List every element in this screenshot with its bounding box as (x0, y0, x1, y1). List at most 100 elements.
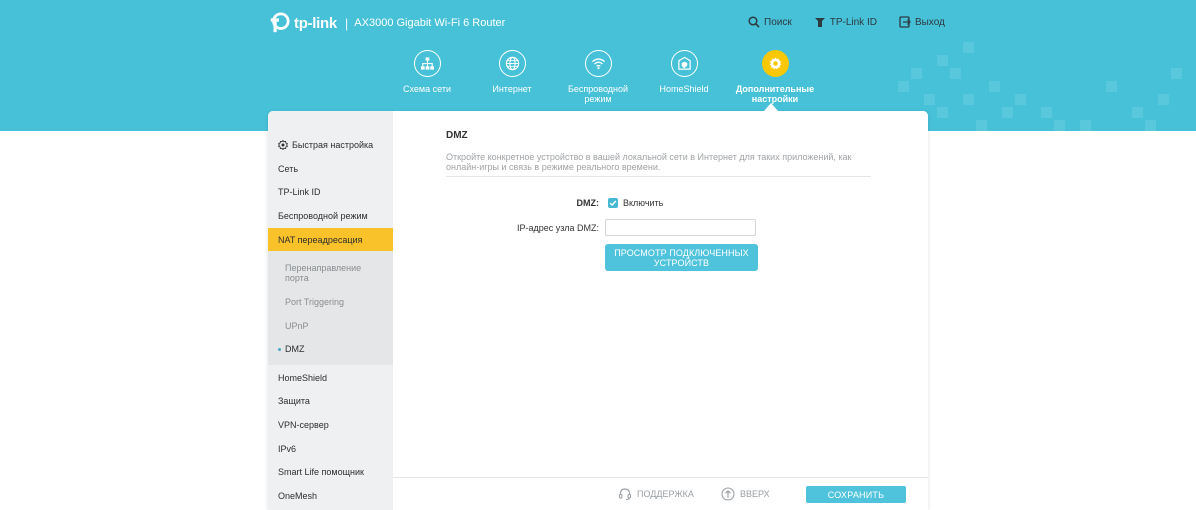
search-label: Поиск (764, 16, 792, 28)
back-to-top-label: ВВЕРХ (740, 489, 770, 499)
sidebar-item-ipv6[interactable]: IPv6 (268, 443, 393, 455)
sidebar-item-security[interactable]: Защита (268, 395, 393, 407)
nav-wireless[interactable]: Беспроводной режим (553, 50, 643, 104)
sidebar-item-label: OneMesh (278, 491, 318, 501)
decorative-square (963, 94, 974, 105)
decorative-square (963, 42, 974, 53)
submenu-item-port-triggering[interactable]: Port Triggering (285, 297, 385, 307)
current-item-dot (278, 348, 281, 351)
support-label: ПОДДЕРЖКА (637, 489, 694, 499)
page-description: Откройте конкретное устройство в вашей л… (446, 152, 852, 172)
nav-internet-circle (498, 50, 526, 77)
nav-label: HomeShield (659, 84, 709, 94)
dmz-content: DMZ Откройте конкретное устройство в ваш… (393, 111, 928, 477)
dmz-host-ip-input[interactable] (605, 219, 756, 236)
home-shield-icon (677, 56, 691, 70)
sidebar-item-label: Smart Life помощник (278, 467, 364, 477)
nav-label: Схема сети (403, 84, 451, 94)
nav-network-map-circle (413, 50, 441, 77)
sidebar-item-tplink-id[interactable]: TP-Link ID (268, 186, 393, 198)
decorative-square (1080, 120, 1091, 131)
decorative-square (937, 107, 948, 118)
save-button[interactable]: СОХРАНИТЬ (806, 486, 906, 503)
sidebar-item-nat-forwarding[interactable]: NAT переадресация (268, 228, 393, 251)
sidebar-item-homeshield[interactable]: HomeShield (268, 372, 393, 384)
decorative-square (937, 55, 948, 66)
tplink-logo-icon (270, 12, 290, 33)
sidebar-item-label: Беспроводной режим (278, 211, 368, 221)
logout-label: Выход (914, 16, 945, 28)
nat-submenu: Перенаправление порта Port Triggering UP… (268, 251, 393, 365)
dmz-enable-checkbox[interactable] (608, 198, 618, 208)
network-map-icon (420, 57, 434, 70)
submenu-item-port-forwarding[interactable]: Перенаправление порта (285, 263, 385, 283)
brand: tp-link | AX3000 Gigabit Wi-Fi 6 Router (268, 11, 505, 35)
tplink-id-label: TP-Link ID (829, 16, 877, 28)
active-nav-caret (764, 103, 778, 111)
logout-link[interactable]: Выход (899, 16, 945, 28)
nav-network-map[interactable]: Схема сети (382, 50, 472, 94)
sidebar-item-onemesh[interactable]: OneMesh (268, 490, 393, 502)
decorative-square (1041, 107, 1052, 118)
decorative-square (1145, 120, 1156, 131)
sidebar-item-label: IPv6 (278, 444, 297, 454)
footer-bar: ПОДДЕРЖКА ВВЕРХ СОХРАНИТЬ (393, 477, 928, 510)
sidebar-item-wireless[interactable]: Беспроводной режим (268, 210, 393, 222)
sidebar-item-label: Быстрая настройка (292, 140, 374, 150)
submenu-item-upnp[interactable]: UPnP (285, 321, 385, 331)
dmz-label: DMZ: (576, 198, 600, 208)
decorative-square (950, 68, 961, 79)
decorative-square (1054, 120, 1065, 131)
nav-wireless-circle (584, 50, 612, 77)
dmz-host-ip-label: IP-адрес узла DMZ: (516, 223, 599, 233)
tplink-id-link[interactable]: TP-Link ID (814, 16, 877, 28)
back-to-top-link[interactable]: ВВЕРХ (721, 487, 770, 501)
sidebar-item-label: HomeShield (278, 373, 328, 383)
sidebar-item-label: TP-Link ID (278, 187, 321, 197)
nav-label: Дополнительные настройки (735, 84, 815, 104)
sidebar-item-label: Защита (278, 396, 310, 406)
dmz-enable-label[interactable]: Включить (623, 198, 663, 208)
view-connected-devices-button[interactable]: ПРОСМОТР ПОДКЛЮЧЕННЫХ УСТРОЙСТВ (605, 244, 758, 271)
nav-internet[interactable]: Интернет (467, 50, 557, 94)
decorative-square (1158, 94, 1169, 105)
nav-advanced[interactable]: Дополнительные настройки (730, 50, 820, 104)
wifi-icon (591, 58, 605, 70)
decorative-square (898, 81, 909, 92)
globe-icon (505, 56, 519, 71)
arrow-up-circle-icon (721, 487, 735, 501)
search-icon (748, 16, 760, 28)
sidebar-item-vpn-server[interactable]: VPN-сервер (268, 419, 393, 431)
decorative-square (1132, 107, 1143, 118)
decorative-square (1002, 107, 1013, 118)
brand-separator: | (344, 15, 349, 31)
nav-homeshield-circle (670, 50, 698, 77)
sidebar-item-label: VPN-сервер (278, 420, 329, 430)
nav-advanced-circle (761, 50, 789, 77)
decorative-square (1106, 81, 1117, 92)
gear-icon (769, 57, 781, 70)
headset-icon (618, 488, 632, 501)
decorative-square (911, 68, 922, 79)
page-title: DMZ (446, 130, 468, 141)
decorative-square (1171, 68, 1182, 79)
support-link[interactable]: ПОДДЕРЖКА (618, 487, 694, 501)
section-divider (446, 176, 871, 177)
checkmark-icon (609, 200, 617, 206)
search-link[interactable]: Поиск (748, 16, 792, 28)
nav-homeshield[interactable]: HomeShield (639, 50, 729, 94)
logout-icon (899, 16, 911, 28)
router-model: AX3000 Gigabit Wi-Fi 6 Router (354, 17, 506, 29)
decorative-square (976, 120, 987, 131)
submenu-item-dmz[interactable]: DMZ (285, 344, 385, 354)
sidebar-item-smart-life[interactable]: Smart Life помощник (268, 466, 393, 478)
sidebar-item-network[interactable]: Сеть (268, 163, 393, 175)
sidebar-item-label: NAT переадресация (278, 234, 363, 245)
sidebar-item-label: Сеть (278, 164, 299, 174)
decorative-square (924, 94, 935, 105)
settings-card: Быстрая настройка Сеть TP-Link ID Беспро… (268, 111, 928, 510)
brand-name: tp-link (294, 14, 337, 32)
sidebar-item-quick-setup[interactable]: Быстрая настройка (268, 139, 393, 151)
decorative-square (1015, 94, 1026, 105)
nav-label: Беспроводной режим (568, 84, 629, 104)
